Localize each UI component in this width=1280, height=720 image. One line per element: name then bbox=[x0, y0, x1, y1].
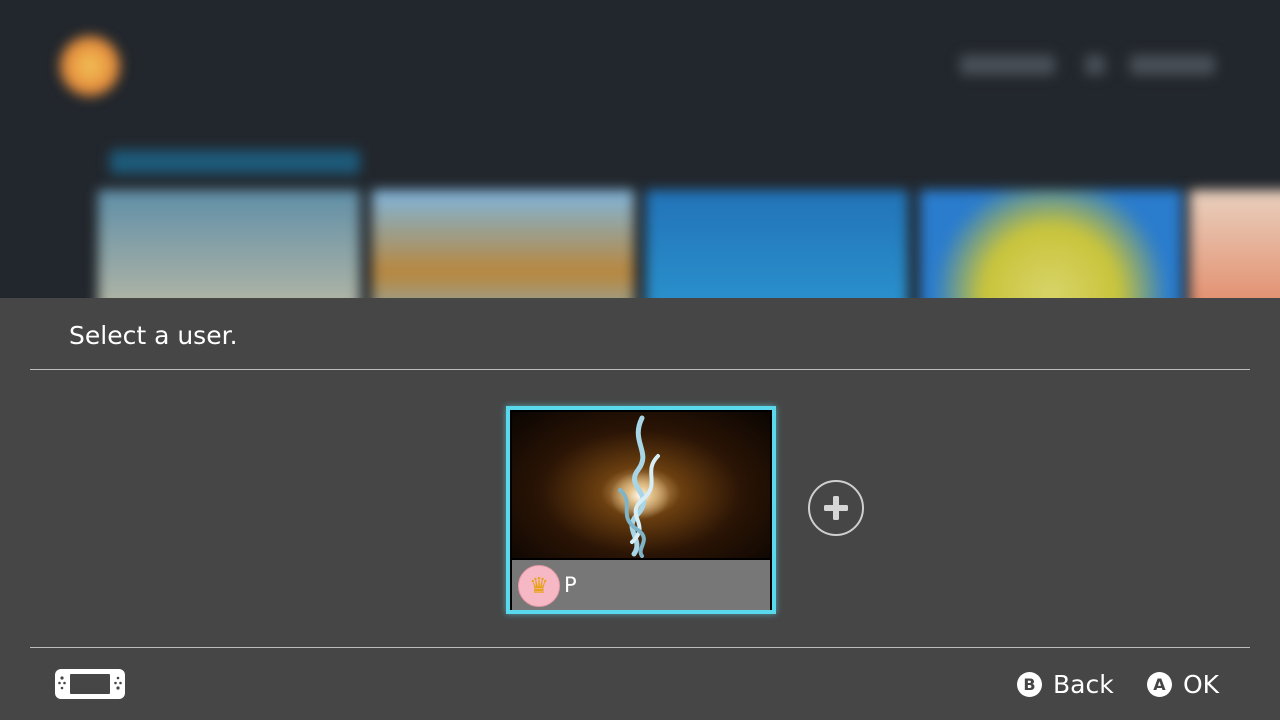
top-divider bbox=[30, 369, 1250, 370]
back-label: Back bbox=[1053, 669, 1114, 699]
handheld-console-icon bbox=[55, 669, 125, 699]
a-button-icon: A bbox=[1147, 671, 1172, 697]
user-name: P bbox=[564, 573, 577, 597]
bottom-divider bbox=[30, 647, 1250, 648]
plus-icon bbox=[824, 496, 848, 520]
user-banner-art bbox=[512, 412, 770, 558]
user-name-bar: ♛ P bbox=[512, 560, 770, 610]
crown-icon: ♛ bbox=[518, 565, 560, 607]
ok-button[interactable]: A OK bbox=[1147, 668, 1219, 700]
back-button[interactable]: B Back bbox=[1017, 668, 1114, 700]
user-card[interactable]: ♛ P bbox=[506, 406, 776, 614]
dialog-title: Select a user. bbox=[69, 321, 238, 350]
home-menu-background bbox=[0, 0, 1280, 298]
add-user-button[interactable] bbox=[808, 480, 864, 536]
b-button-icon: B bbox=[1017, 671, 1042, 697]
user-select-dialog: Select a user. ♛ P B Back A OK bbox=[0, 298, 1280, 720]
ok-label: OK bbox=[1183, 669, 1220, 699]
